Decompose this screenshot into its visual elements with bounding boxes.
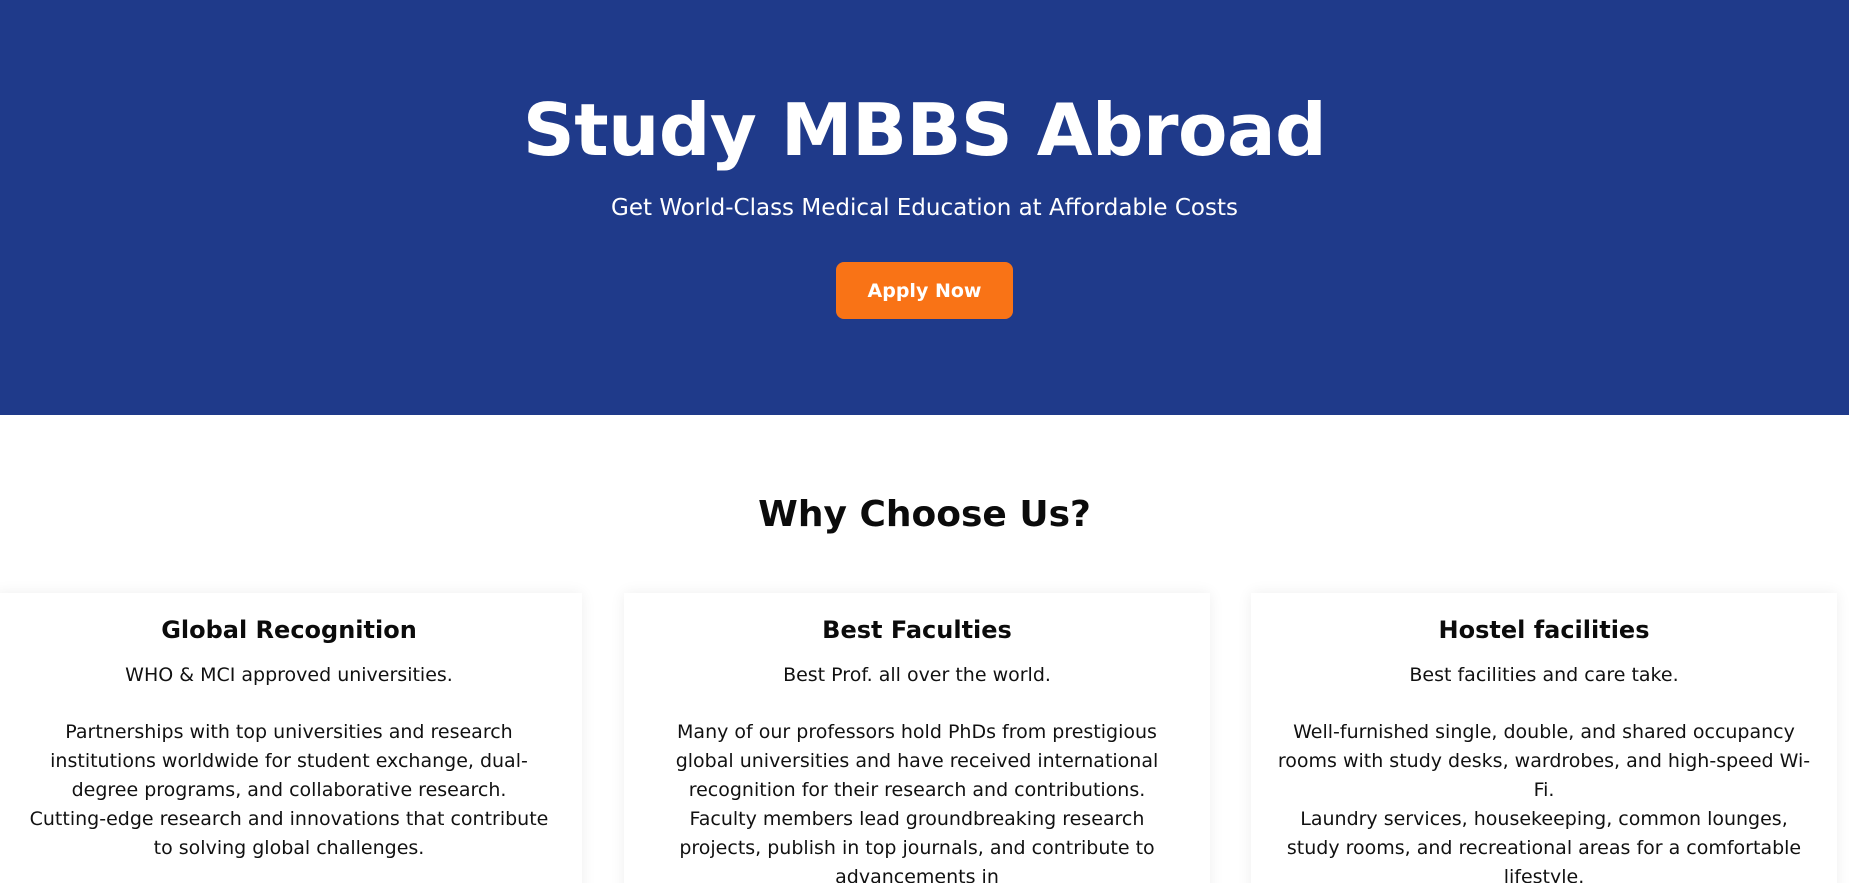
- card-title: Hostel facilities: [1438, 616, 1650, 644]
- card-paragraph: Faculty members lead groundbreaking rese…: [679, 808, 1155, 883]
- card-lead: Best facilities and care take.: [1409, 664, 1679, 686]
- card-title: Global Recognition: [161, 616, 417, 644]
- feature-card-best-faculties: Best Faculties Best Prof. all over the w…: [624, 593, 1210, 883]
- card-lead: Best Prof. all over the world.: [783, 664, 1051, 686]
- card-paragraph: Partnerships with top universities and r…: [50, 721, 528, 801]
- card-paragraph: Cutting-edge research and innovations th…: [29, 808, 549, 859]
- hero-title: Study MBBS Abroad: [522, 88, 1327, 172]
- card-body: Partnerships with top universities and r…: [19, 718, 559, 863]
- card-body: Many of our professors hold PhDs from pr…: [647, 718, 1187, 883]
- card-lead: WHO & MCI approved universities.: [125, 664, 453, 686]
- section-title: Why Choose Us?: [758, 494, 1091, 535]
- hero-banner: Study MBBS Abroad Get World-Class Medica…: [0, 0, 1849, 415]
- card-body: Well-furnished single, double, and share…: [1274, 718, 1814, 883]
- card-paragraph: Well-furnished single, double, and share…: [1277, 721, 1811, 801]
- card-paragraph: Laundry services, housekeeping, common l…: [1286, 808, 1802, 883]
- feature-cards: Global Recognition WHO & MCI approved un…: [0, 593, 1849, 883]
- feature-card-hostel-facilities: Hostel facilities Best facilities and ca…: [1251, 593, 1837, 883]
- why-choose-us-section: Why Choose Us? Global Recognition WHO & …: [0, 415, 1849, 883]
- apply-now-button[interactable]: Apply Now: [836, 262, 1013, 319]
- feature-card-global-recognition: Global Recognition WHO & MCI approved un…: [0, 593, 582, 883]
- card-title: Best Faculties: [822, 616, 1012, 644]
- card-paragraph: Many of our professors hold PhDs from pr…: [675, 721, 1159, 801]
- hero-subtitle: Get World-Class Medical Education at Aff…: [611, 195, 1238, 221]
